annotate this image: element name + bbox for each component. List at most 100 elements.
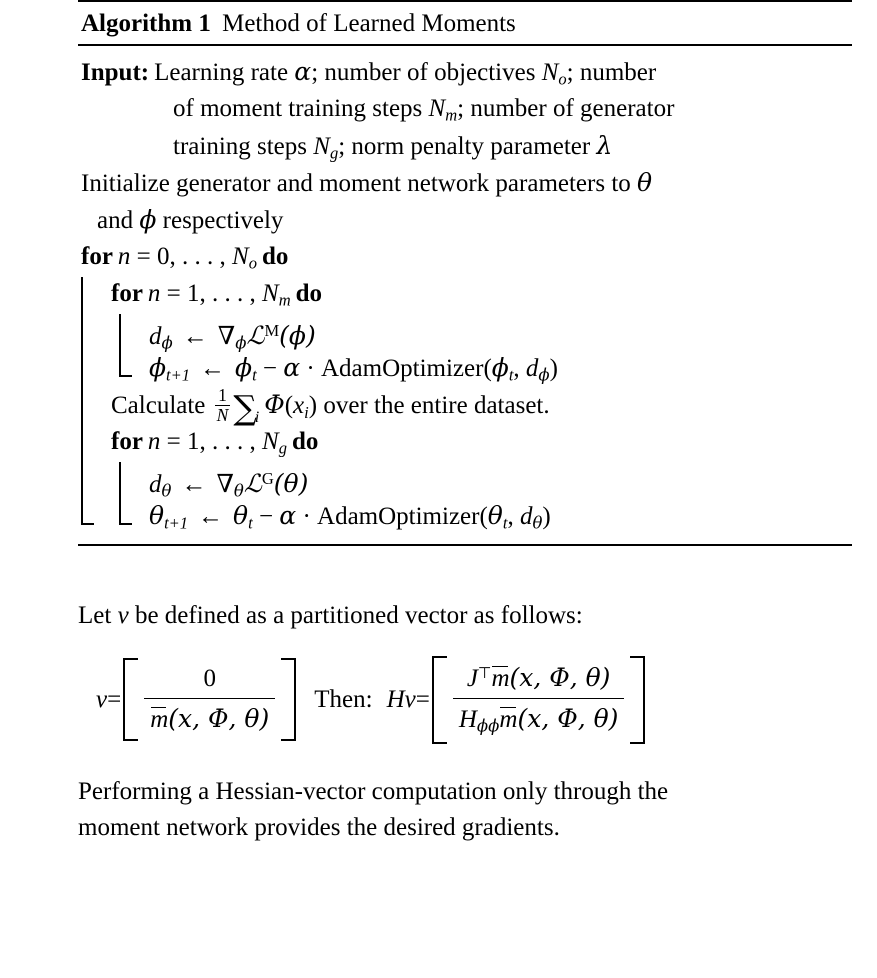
outer-loop-bound: N <box>232 243 249 270</box>
rhs-row-jacobian: J⊤m(x, Φ, θ) <box>453 661 625 698</box>
outer-for-header: for n = 0, . . . , No do <box>81 238 852 275</box>
x-variable: x <box>293 392 305 420</box>
minus-operator: − <box>256 355 284 382</box>
loss-superscript: G <box>261 469 274 488</box>
N-moment: N <box>428 95 446 122</box>
algorithm-box: Algorithm 1 Method of Learned Moments In… <box>78 0 852 546</box>
transpose-icon: ⊤ <box>477 664 492 682</box>
assign-arrow: ← <box>200 355 226 382</box>
intro-paragraph: Let v be defined as a partitioned vector… <box>78 598 852 634</box>
nabla-icon: ∇ <box>217 320 236 350</box>
closing-line-1: Performing a Hessian-vector computation … <box>78 777 669 805</box>
paren-open: ( <box>479 503 488 530</box>
spacer-after-equation <box>78 744 852 774</box>
phi-current: ϕ <box>235 353 253 382</box>
calculate-suffix: over the entire dataset. <box>317 392 550 420</box>
initialize-text: Initialize generator and moment network … <box>81 170 638 197</box>
calculate-step: Calculate 1 N ∑i Φ(xi) over the entire data… <box>111 385 852 426</box>
gen-grad-d: d <box>149 470 162 498</box>
equation-lhs: v = 0 m(x, Φ, θ) <box>96 658 298 742</box>
equals-sign: = <box>415 685 430 713</box>
rhs-matrix-rows: J⊤m(x, Φ, θ) Hϕϕm(x, Φ, θ) <box>447 656 631 744</box>
input-line-3: training steps Ng; norm penalty paramete… <box>81 127 852 164</box>
initialize-line-1: Initialize generator and moment network … <box>81 164 852 201</box>
spacer-before-equation <box>78 634 852 656</box>
do-keyword: do <box>261 243 289 270</box>
N-objectives-sub: o <box>558 69 567 89</box>
dot-operator: · <box>296 503 318 530</box>
loss-symbol: ℒ <box>243 468 262 498</box>
for-keyword: for <box>111 428 143 455</box>
nabla-icon: ∇ <box>216 468 234 498</box>
paren-close: ) <box>308 392 318 420</box>
phi-next-sub: t+1 <box>166 365 191 385</box>
optimizer-arg2-sub: θ <box>532 513 543 533</box>
alpha-symbol: α <box>294 57 312 86</box>
calculate-prefix: Calculate <box>111 392 212 420</box>
generator-update-step: θt+1 ← θt − α · AdamOptimizer(θt, dθ) <box>149 497 852 534</box>
algorithm-caption: Algorithm 1 Method of Learned Moments <box>78 2 852 44</box>
input-text-c: ; number <box>566 59 657 86</box>
input-text-b: ; number of objectives <box>311 59 542 86</box>
input-text-d: of moment training steps <box>173 95 429 122</box>
assign-arrow: ← <box>181 470 207 498</box>
loss-superscript: M <box>264 321 280 340</box>
phi-next: ϕ <box>149 353 167 382</box>
N-moment-sub: m <box>445 105 458 125</box>
lhs-v: v <box>96 685 108 713</box>
lhs-row-mbar: m(x, Φ, θ) <box>144 698 276 736</box>
optimizer-arg2-sub: ϕ <box>538 365 550 385</box>
m-bar-args: (x, Φ, θ) <box>168 704 270 734</box>
one-over-N-fraction: 1N <box>214 385 231 424</box>
do-keyword: do <box>295 280 323 307</box>
algorithm-title: Method of Learned Moments <box>222 10 516 37</box>
input-line-1: Input: Learning rate α; number of objecti… <box>81 53 852 90</box>
assign-arrow: ← <box>182 322 208 350</box>
bracket-right-icon <box>630 656 646 744</box>
theta-next-sub: t+1 <box>164 513 189 533</box>
rhs-matrix: J⊤m(x, Φ, θ) Hϕϕm(x, Φ, θ) <box>431 656 646 744</box>
moment-gradient-step: dϕ ← ∇ϕℒM(ϕ) <box>149 312 852 353</box>
moment-loop-bound-sub: m <box>278 290 291 310</box>
moment-loop-bound: N <box>262 280 279 307</box>
generator-loop-body: dθ ← ∇θℒG(θ) θt+1 ← θt − α · AdamOptimizer(θ… <box>119 460 852 534</box>
paren-close: ) <box>549 355 558 382</box>
algorithm-number: Algorithm 1 <box>81 10 211 37</box>
assign-arrow: ← <box>198 503 224 530</box>
bracket-left-icon <box>123 658 139 742</box>
moment-loop-var: n <box>147 280 161 307</box>
rhs-H: H <box>386 685 405 713</box>
outer-loop-var: n <box>117 243 131 270</box>
rhs-v: v <box>404 685 416 713</box>
closing-paragraph: Performing a Hessian-vector computation … <box>78 774 852 846</box>
optimizer-arg2: d <box>525 355 539 382</box>
lhs-matrix-rows: 0 m(x, Φ, θ) <box>138 658 281 741</box>
for-keyword: for <box>111 280 143 307</box>
moment-grad-d: d <box>149 322 162 350</box>
intro-text-a: Let <box>78 602 118 629</box>
paper-page: Algorithm 1 Method of Learned Moments In… <box>78 0 852 846</box>
fraction-numerator: 1 <box>218 385 227 405</box>
theta-current: θ <box>233 501 249 530</box>
m-bar-symbol: m <box>491 665 510 692</box>
m-bar-symbol: m <box>150 706 169 734</box>
do-keyword: do <box>291 428 319 455</box>
rhs-row-hessian: Hϕϕm(x, Φ, θ) <box>452 698 625 739</box>
theta-next: θ <box>149 501 165 530</box>
alpha-symbol: α <box>279 501 297 530</box>
algorithm-steps: Input: Learning rate α; number of objecti… <box>78 46 852 544</box>
initialize-line-2: and ϕ respectively <box>81 201 852 238</box>
gen-loop-var: n <box>147 428 161 455</box>
gen-loop-range: = 1, . . . , <box>160 428 263 455</box>
jacobian-J: J <box>466 665 478 692</box>
paren-close: ) <box>542 503 551 530</box>
alpha-symbol: α <box>283 353 301 382</box>
closing-line-2: moment network provides the desired grad… <box>78 813 560 841</box>
loss-argument: (ϕ) <box>279 320 316 350</box>
input-text-f: training steps <box>173 133 314 160</box>
generator-gradient-step: dθ ← ∇θℒG(θ) <box>149 460 852 501</box>
input-text-a: Learning rate <box>154 59 295 86</box>
generator-for-header: for n = 1, . . . , Ng do <box>111 423 852 460</box>
paren-open: ( <box>483 355 492 382</box>
optimizer-name: AdamOptimizer <box>317 503 480 530</box>
